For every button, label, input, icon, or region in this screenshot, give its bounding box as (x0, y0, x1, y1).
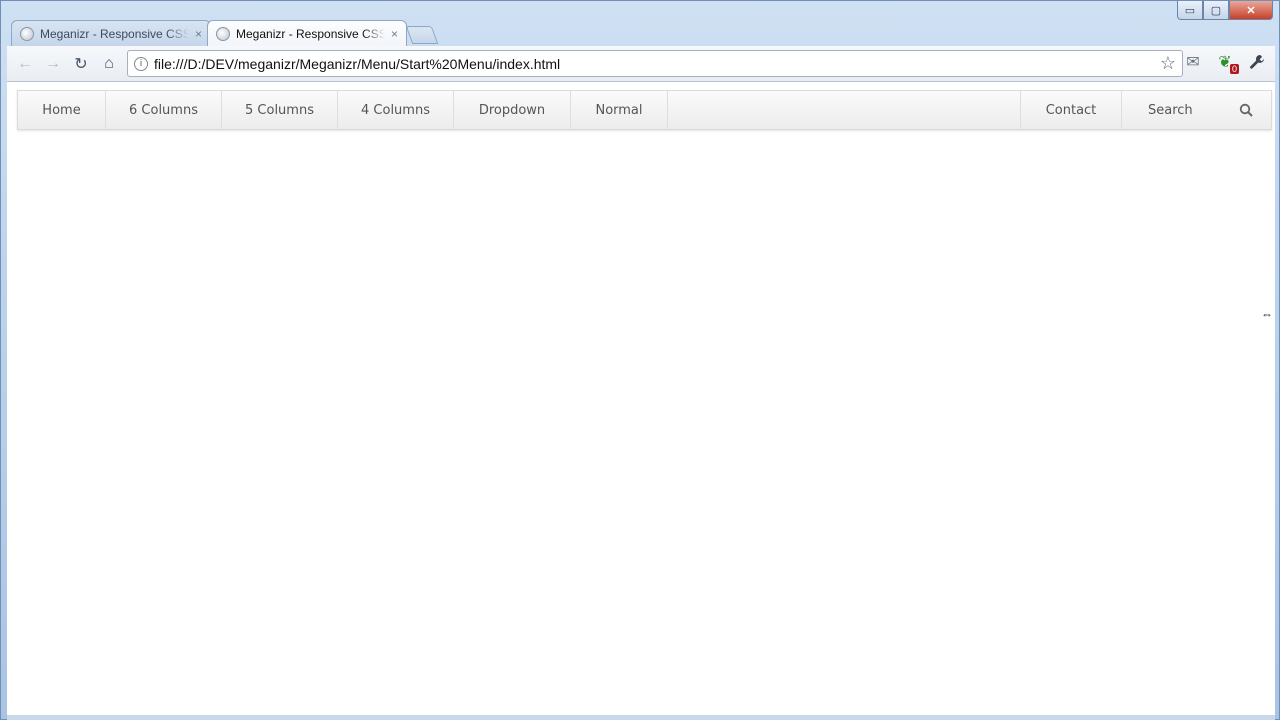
browser-toolbar: ← → ↻ ⌂ i file:///D:/DEV/meganizr/Megani… (7, 46, 1275, 82)
tab-title: Meganizr - Responsive CSS3 (236, 26, 385, 41)
globe-icon (216, 26, 230, 41)
search-placeholder: Search (1148, 102, 1193, 118)
menu-right-group: Contact Search (1020, 91, 1271, 129)
menu-item-4-columns[interactable]: 4 Columns (338, 91, 454, 129)
new-tab-button[interactable] (405, 26, 439, 44)
menu-item-5-columns[interactable]: 5 Columns (222, 91, 338, 129)
mail-icon[interactable]: ✉ (1181, 50, 1205, 74)
evernote-icon[interactable]: ❦ 0 (1213, 50, 1239, 74)
window-bottom-frame (7, 715, 1275, 720)
menu-item-home[interactable]: Home (18, 91, 106, 129)
menu-search-field[interactable]: Search (1121, 91, 1271, 129)
page-info-icon[interactable]: i (134, 56, 148, 71)
tab-meganizr-2[interactable]: Meganizr - Responsive CSS3 × (207, 20, 407, 46)
search-icon[interactable] (1239, 103, 1253, 117)
page-content: Home 6 Columns 5 Columns 4 Columns Dropd… (7, 82, 1275, 715)
back-button[interactable]: ← (11, 50, 39, 78)
tab-title: Meganizr - Responsive CSS3 (40, 26, 189, 41)
close-window-button[interactable]: ✕ (1229, 1, 1273, 20)
extension-area: ✉ ❦ 0 (1181, 50, 1269, 74)
wrench-icon[interactable] (1245, 50, 1269, 74)
reload-button[interactable]: ↻ (67, 50, 95, 78)
menu-item-dropdown[interactable]: Dropdown (454, 91, 571, 129)
bookmark-star-icon[interactable]: ☆ (1160, 53, 1176, 74)
notification-badge: 0 (1229, 64, 1239, 74)
tab-close-icon[interactable]: × (391, 27, 398, 41)
menu-item-contact[interactable]: Contact (1020, 91, 1121, 129)
menu-left-group: Home 6 Columns 5 Columns 4 Columns Dropd… (18, 91, 668, 129)
address-bar[interactable]: i file:///D:/DEV/meganizr/Meganizr/Menu/… (127, 50, 1183, 77)
home-button[interactable]: ⌂ (95, 50, 123, 78)
maximize-button[interactable]: ▢ (1203, 1, 1229, 20)
minimize-button[interactable]: ▭ (1177, 1, 1203, 20)
mega-menu-bar: Home 6 Columns 5 Columns 4 Columns Dropd… (17, 90, 1272, 130)
menu-item-6-columns[interactable]: 6 Columns (106, 91, 222, 129)
address-url[interactable]: file:///D:/DEV/meganizr/Meganizr/Menu/St… (154, 56, 560, 72)
tab-strip: Meganizr - Responsive CSS3 × Meganizr - … (11, 20, 611, 46)
browser-window: ▭ ▢ ✕ Meganizr - Responsive CSS3 × Megan… (0, 0, 1280, 720)
resize-cursor-icon: ⇔ (1261, 307, 1273, 321)
tab-close-icon[interactable]: × (195, 27, 202, 41)
forward-button[interactable]: → (39, 50, 67, 78)
menu-item-normal[interactable]: Normal (571, 91, 668, 129)
window-controls: ▭ ▢ ✕ (1177, 1, 1273, 21)
globe-icon (20, 26, 34, 41)
tab-meganizr-1[interactable]: Meganizr - Responsive CSS3 × (11, 20, 211, 46)
